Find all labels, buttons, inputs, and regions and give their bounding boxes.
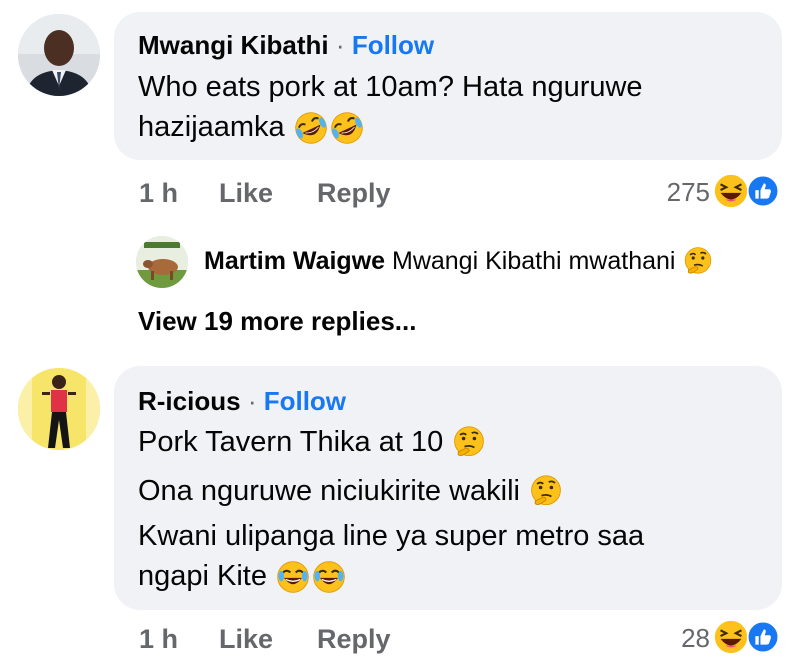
comment-text-line: ngapi Kite — [138, 557, 347, 595]
avatar-martim-waigwe[interactable] — [136, 236, 188, 288]
rolling-laughing-icon — [329, 110, 365, 146]
view-more-replies-link[interactable]: View 19 more replies... — [138, 306, 416, 337]
avatar-r-icious[interactable] — [18, 368, 100, 450]
rolling-laughing-icon — [293, 110, 329, 146]
like-icon[interactable] — [746, 174, 780, 208]
reaction-count[interactable]: 275 — [640, 177, 710, 208]
reply-author[interactable]: Martim Waigwe — [204, 247, 385, 275]
thinking-face-icon — [451, 425, 487, 461]
reply-preview[interactable]: Martim Waigwe Mwangi Kibathi mwathani — [204, 244, 714, 278]
comment-text: ngapi Kite — [138, 560, 267, 592]
like-icon[interactable] — [746, 620, 780, 654]
comment-text-line: hazijaamka — [138, 108, 365, 146]
author-name[interactable]: R-icious — [138, 386, 241, 416]
like-button[interactable]: Like — [219, 178, 273, 209]
comment-text: Who eats pork at 10am? Hata nguruwe — [138, 71, 643, 103]
cow-photo-icon — [136, 236, 188, 288]
face-with-tears-of-joy-icon — [311, 559, 347, 595]
laugh-icon[interactable] — [712, 618, 750, 656]
comment-text-line: Ona nguruwe niciukirite wakili — [138, 472, 564, 510]
follow-button[interactable]: Follow — [352, 30, 434, 60]
comment-author: Mwangi Kibathi · Follow — [138, 30, 434, 61]
comment-text: hazijaamka — [138, 111, 285, 143]
reply-button[interactable]: Reply — [317, 624, 391, 655]
follow-button[interactable]: Follow — [264, 386, 346, 416]
reply-button[interactable]: Reply — [317, 178, 391, 209]
comment-timestamp[interactable]: 1 h — [139, 178, 178, 209]
reaction-count[interactable]: 28 — [640, 623, 710, 654]
like-button[interactable]: Like — [219, 624, 273, 655]
thinking-face-icon — [682, 246, 714, 278]
profile-photo-icon — [18, 14, 100, 96]
avatar-mwangi-kibathi[interactable] — [18, 14, 100, 96]
separator-dot: · — [247, 386, 257, 416]
author-name[interactable]: Mwangi Kibathi — [138, 30, 329, 60]
comment-text: Ona nguruwe niciukirite wakili — [138, 475, 520, 507]
face-with-tears-of-joy-icon — [275, 559, 311, 595]
profile-photo-icon — [18, 368, 100, 450]
separator-dot: · — [335, 30, 345, 60]
comment-text: Pork Tavern Thika at 10 — [138, 426, 444, 458]
reply-text: Mwangi Kibathi mwathani — [392, 247, 676, 275]
comment-text: Kwani ulipanga line ya super metro saa — [138, 520, 645, 552]
thinking-face-icon — [528, 474, 564, 510]
comment-timestamp[interactable]: 1 h — [139, 624, 178, 655]
comment-author: R-icious · Follow — [138, 386, 346, 417]
comment-text-line: Kwani ulipanga line ya super metro saa — [138, 517, 644, 555]
comment-text-line: Pork Tavern Thika at 10 — [138, 423, 487, 461]
laugh-icon[interactable] — [712, 172, 750, 210]
comment-text-line: Who eats pork at 10am? Hata nguruwe — [138, 68, 643, 106]
